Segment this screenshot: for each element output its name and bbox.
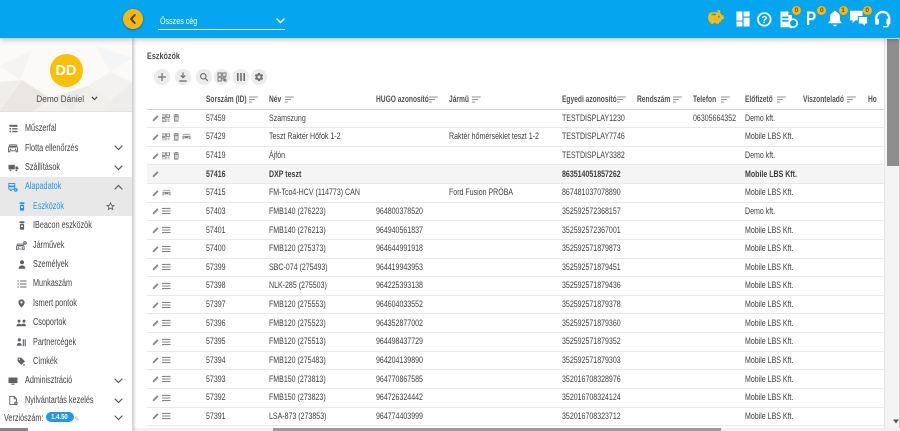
svg-text:?: ? xyxy=(761,14,767,26)
